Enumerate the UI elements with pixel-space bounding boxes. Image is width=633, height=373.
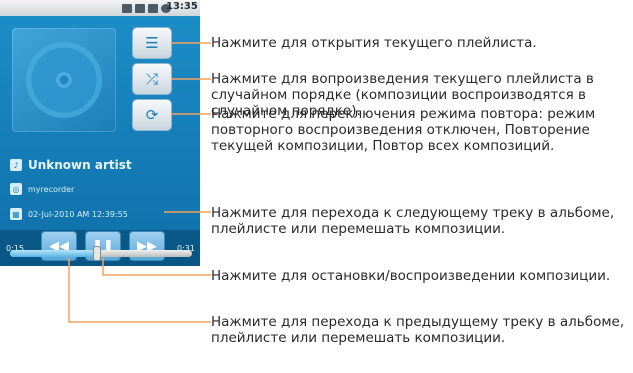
callout-next: Нажмите для перехода к следующему треку … [211, 205, 615, 237]
album-art [12, 28, 116, 132]
callout-repeat: Нажмите для переключения режима повтора:… [211, 106, 596, 154]
status-icons [122, 3, 171, 13]
battery-icon [148, 3, 158, 13]
cd-icon [26, 42, 102, 118]
seek-bar-knob[interactable] [94, 247, 101, 260]
shuffle-icon: ⤮ [145, 70, 158, 88]
status-bar: 13:35 [0, 0, 200, 16]
album-name: myrecorder [28, 184, 75, 194]
status-clock: 13:35 [166, 1, 198, 12]
callout-line-prev [68, 258, 211, 323]
shuffle-button[interactable]: ⤮ [133, 64, 171, 94]
callout-prev: Нажмите для перехода к предыдущему треку… [211, 314, 625, 346]
seek-bar[interactable] [10, 247, 192, 260]
artist-icon: ♪ [10, 159, 22, 171]
track-date: 02-Jul-2010 AM 12:39:55 [28, 209, 128, 219]
list-icon: ☰ [145, 34, 159, 52]
repeat-button[interactable]: ⟳ [133, 100, 171, 130]
callout-pause: Нажмите для остановки/воспроизведении ко… [211, 268, 611, 284]
network-icon [122, 3, 132, 13]
artist-name: Unknown artist [28, 158, 132, 172]
seek-bar-fill [10, 250, 98, 257]
music-player-screen: 13:35 ☰ ⤮ ⟳ ♪ Unknown artist ◎ myrecorde… [0, 0, 200, 266]
album-row: ◎ myrecorder [10, 183, 74, 195]
album-icon: ◎ [10, 183, 22, 195]
callout-playlist: Нажмите для открытия текущего плейлиста. [211, 35, 537, 51]
repeat-icon: ⟳ [145, 106, 159, 124]
playlist-button[interactable]: ☰ [133, 28, 171, 58]
date-row: ▦ 02-Jul-2010 AM 12:39:55 [10, 208, 128, 220]
artist-row: ♪ Unknown artist [10, 158, 132, 172]
signal-icon [135, 3, 145, 13]
calendar-icon: ▦ [10, 208, 22, 220]
